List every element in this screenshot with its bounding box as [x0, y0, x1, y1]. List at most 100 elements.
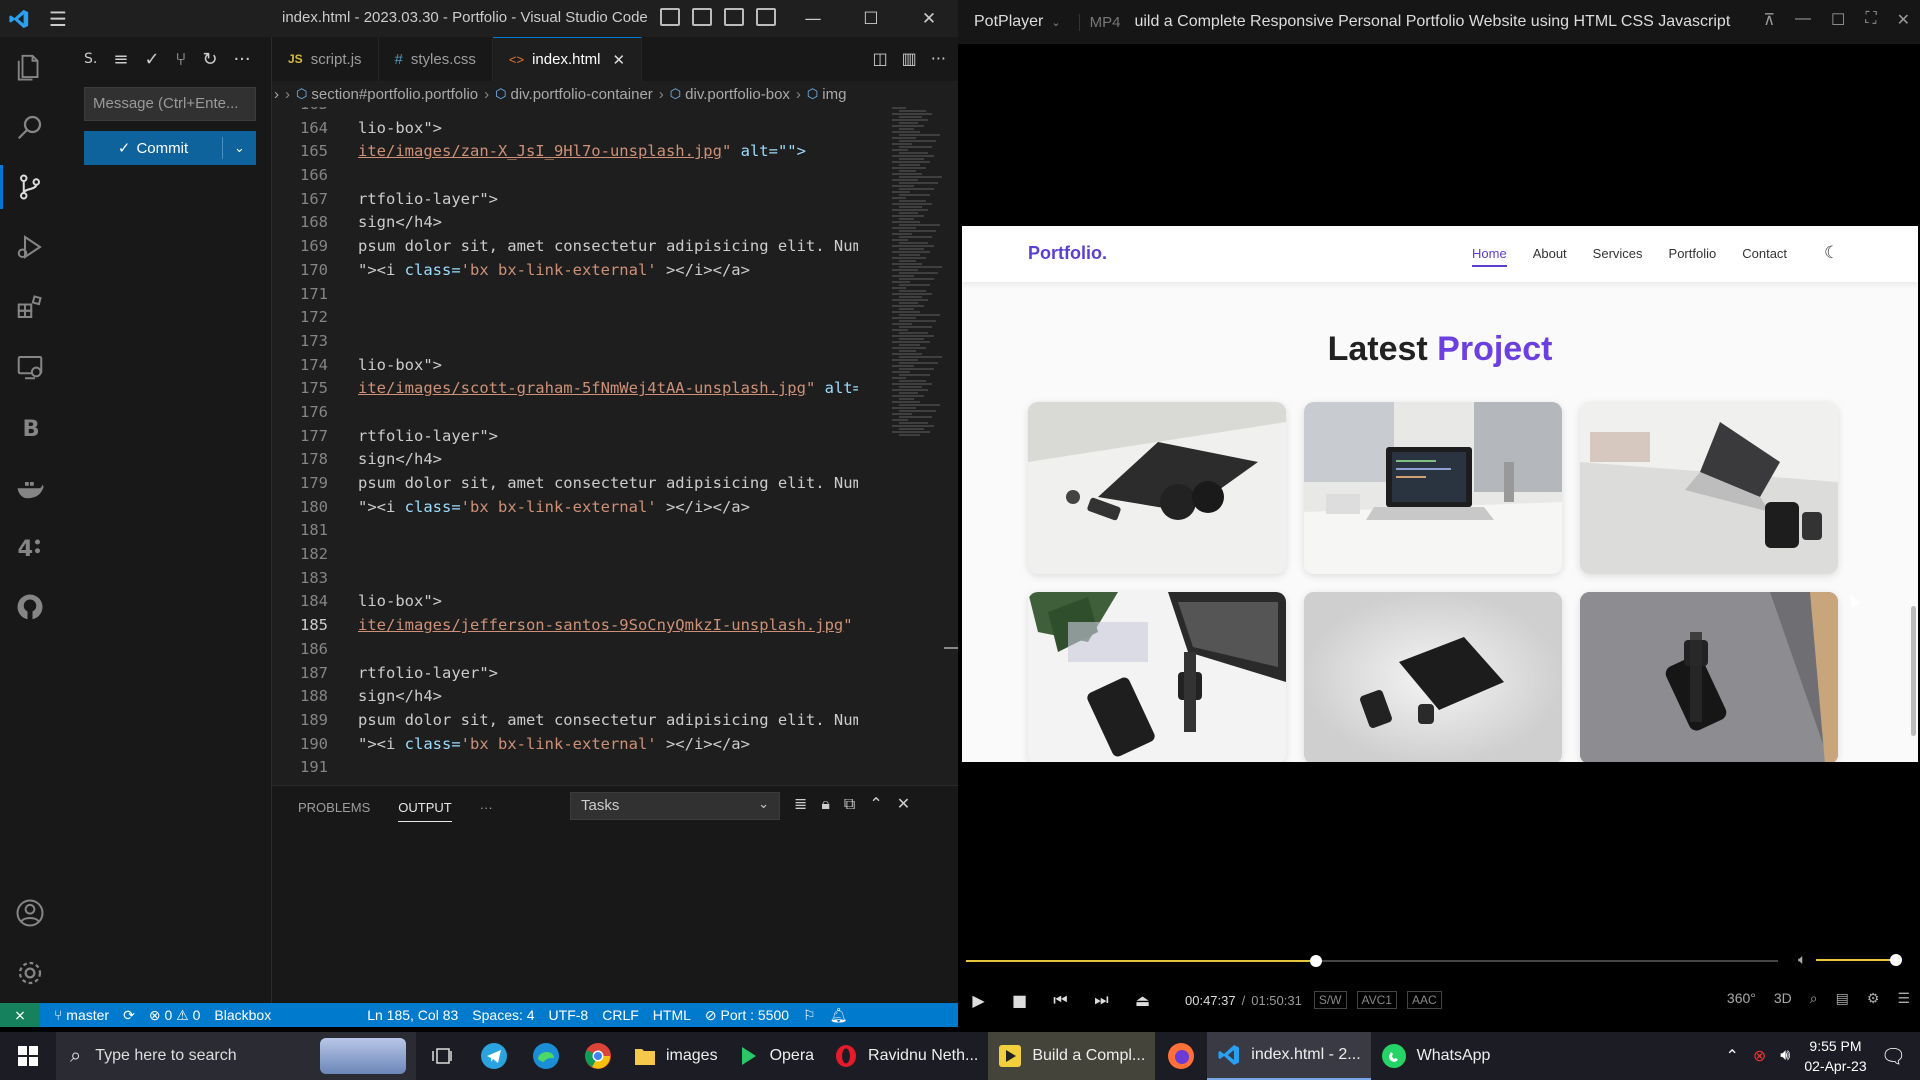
- seek-handle[interactable]: [1309, 955, 1322, 967]
- blackbox-status[interactable]: Blackbox: [214, 1007, 271, 1023]
- sync-icon[interactable]: ⟳: [123, 1007, 135, 1024]
- video-frame[interactable]: Portfolio. Home About Services Portfolio…: [962, 226, 1918, 762]
- stop-icon[interactable]: ■: [999, 982, 1040, 1018]
- blackbox-icon[interactable]: B: [0, 397, 60, 457]
- tab-index-html[interactable]: <> index.html ✕: [492, 37, 643, 81]
- customize-layout-icon[interactable]: [756, 8, 776, 26]
- notification-center-icon[interactable]: 🗨︎: [1881, 1044, 1906, 1069]
- telegram-icon[interactable]: [468, 1032, 520, 1080]
- source-control-icon[interactable]: [0, 157, 60, 217]
- vr-360-button[interactable]: 360°: [1727, 990, 1756, 1007]
- maximize-icon[interactable]: ☐: [842, 0, 900, 37]
- seek-bar[interactable]: [966, 955, 1778, 967]
- split-editor-icon[interactable]: ▥: [902, 49, 917, 68]
- commit-main[interactable]: ✓ Commit: [84, 139, 222, 158]
- breadcrumb-item[interactable]: div.portfolio-container: [510, 86, 652, 103]
- volume-tray-icon[interactable]: 🔊︎: [1780, 1047, 1790, 1065]
- problems-status[interactable]: ⊗ 0 ⚠ 0: [149, 1007, 201, 1024]
- player-brand[interactable]: PotPlayer: [974, 13, 1043, 31]
- firefox-icon[interactable]: [1155, 1032, 1207, 1080]
- settings-gear-icon[interactable]: ⚙: [1867, 990, 1880, 1007]
- taskbar-app-potplayer[interactable]: Build a Compl...: [988, 1032, 1156, 1080]
- output-channel-select[interactable]: Tasks ⌄: [570, 792, 780, 820]
- taskbar-app-opera-gx[interactable]: Opera: [728, 1032, 824, 1080]
- code-lines[interactable]: lio-box"> ite/images/zan-X_JsI_9Hl7o-uns…: [358, 107, 858, 756]
- commit-button[interactable]: ✓ Commit ⌄: [84, 131, 256, 165]
- lock-scroll-icon[interactable]: 🔒︎: [821, 794, 830, 814]
- start-button[interactable]: [0, 1032, 56, 1080]
- code-editor[interactable]: 163164 165 166 167 168 169 170 171 172 173 174 175 1…: [272, 107, 958, 785]
- open-preview-icon[interactable]: ◫: [872, 49, 887, 68]
- run-debug-icon[interactable]: [0, 217, 60, 277]
- tab-script-js[interactable]: JS script.js: [272, 37, 379, 81]
- pin-icon[interactable]: ⊼: [1763, 10, 1775, 30]
- remote-indicator-icon[interactable]: ⨯: [0, 1003, 40, 1027]
- eol-status[interactable]: CRLF: [602, 1007, 639, 1023]
- previous-icon[interactable]: ⏮: [1040, 982, 1081, 1018]
- github-icon[interactable]: [0, 577, 60, 637]
- language-mode[interactable]: HTML: [653, 1007, 691, 1023]
- fullscreen-icon[interactable]: ⛶: [1865, 10, 1876, 30]
- scrollbar-marker[interactable]: [944, 647, 958, 649]
- branch-status[interactable]: ⑂ master: [54, 1007, 109, 1023]
- breadcrumb-item[interactable]: section#portfolio.portfolio: [311, 86, 478, 103]
- decoder-badge[interactable]: S/W: [1313, 991, 1347, 1009]
- volume-bar[interactable]: [1816, 954, 1903, 966]
- open-in-editor-icon[interactable]: ⧉: [844, 794, 855, 814]
- volume-handle[interactable]: [1890, 954, 1903, 966]
- task-view-icon[interactable]: [416, 1032, 468, 1080]
- edge-browser-icon[interactable]: [520, 1032, 572, 1080]
- volume-control[interactable]: 🔈︎: [1798, 952, 1903, 968]
- breadcrumb-item[interactable]: img: [822, 86, 846, 103]
- next-icon[interactable]: ⏭: [1081, 982, 1122, 1018]
- view-as-tree-icon[interactable]: ≡: [113, 49, 128, 70]
- network-status-icon[interactable]: ⊗: [1753, 1046, 1766, 1066]
- editor-more-icon[interactable]: ···: [931, 49, 946, 68]
- 3d-button[interactable]: 3D: [1774, 990, 1792, 1007]
- refresh-icon[interactable]: ↻: [202, 49, 217, 70]
- taskbar-app-vscode[interactable]: index.html - 2...: [1207, 1032, 1371, 1080]
- live-server-status[interactable]: ⊘ Port : 5500: [705, 1007, 789, 1024]
- video-codec-badge[interactable]: AVC1: [1356, 991, 1397, 1009]
- close-tab-icon[interactable]: ✕: [612, 51, 625, 69]
- clear-output-icon[interactable]: ≣: [794, 794, 807, 814]
- tab-styles-css[interactable]: # styles.css: [379, 37, 493, 81]
- toggle-secondary-sidebar-icon[interactable]: [724, 8, 744, 26]
- docker-icon[interactable]: [0, 457, 60, 517]
- minimize-icon[interactable]: —: [784, 0, 842, 37]
- taskbar-app-images[interactable]: images: [624, 1032, 728, 1080]
- commit-check-icon[interactable]: ✓: [144, 49, 159, 70]
- playlist-icon[interactable]: ▤: [1836, 990, 1849, 1007]
- tab-output[interactable]: OUTPUT: [398, 800, 452, 822]
- show-hidden-icons-chevron-icon[interactable]: ⌃: [1725, 1046, 1738, 1066]
- audio-codec-badge[interactable]: AAC: [1406, 991, 1442, 1009]
- feedback-icon[interactable]: ⚐: [803, 1007, 816, 1024]
- close-icon[interactable]: ✕: [900, 0, 958, 37]
- brand-menu-chevron-icon[interactable]: ⌄: [1051, 16, 1060, 29]
- maximize-icon[interactable]: ☐: [1831, 10, 1845, 30]
- taskbar-app-opera[interactable]: Ravidnu Neth...: [824, 1032, 988, 1080]
- close-icon[interactable]: ✕: [1897, 10, 1910, 30]
- minimap[interactable]: [886, 107, 958, 785]
- search-icon[interactable]: [0, 97, 60, 157]
- zoom-icon[interactable]: ⌕: [1810, 990, 1818, 1007]
- hamburger-menu-icon[interactable]: ☰: [38, 0, 78, 37]
- commit-message-input[interactable]: Message (Ctrl+Ente...: [84, 87, 256, 121]
- tab-problems[interactable]: PROBLEMS: [298, 800, 370, 815]
- taskbar-app-whatsapp[interactable]: WhatsApp: [1371, 1032, 1501, 1080]
- system-clock[interactable]: 9:55 PM 02-Apr-23: [1804, 1036, 1866, 1076]
- extensions-icon[interactable]: [0, 277, 60, 337]
- encoding-status[interactable]: UTF-8: [549, 1007, 589, 1023]
- remote-explorer-icon[interactable]: [0, 337, 60, 397]
- chrome-browser-icon[interactable]: [572, 1032, 624, 1080]
- breadcrumb-item[interactable]: div.portfolio-box: [685, 86, 790, 103]
- speaker-icon[interactable]: 🔈︎: [1798, 952, 1806, 968]
- pull-request-icon[interactable]: ⑂: [176, 49, 187, 70]
- play-icon[interactable]: ▶: [958, 982, 999, 1018]
- minimize-icon[interactable]: —: [1795, 10, 1811, 30]
- explorer-icon[interactable]: [0, 37, 60, 97]
- menu-icon[interactable]: ☰: [1897, 990, 1910, 1007]
- toggle-panel-icon[interactable]: [692, 8, 712, 26]
- close-panel-icon[interactable]: ✕: [897, 794, 910, 814]
- indentation-status[interactable]: Spaces: 4: [472, 1007, 534, 1023]
